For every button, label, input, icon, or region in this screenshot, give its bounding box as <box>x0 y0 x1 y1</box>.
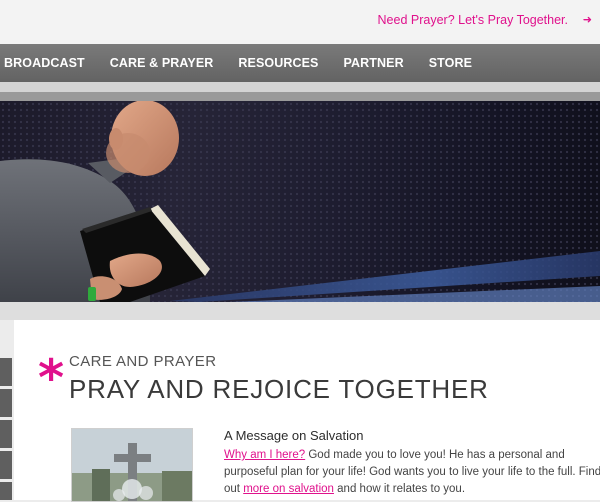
message-text-2: purposeful plan for your life! God wants… <box>224 466 600 478</box>
page-title: PRAY AND REJOICE TOGETHER <box>69 374 489 404</box>
nav-broadcast[interactable]: BROADCAST <box>4 56 85 70</box>
cross-image <box>72 429 192 501</box>
main-nav: BROADCAST CARE & PRAYER RESOURCES PARTNE… <box>0 44 600 82</box>
more-on-salvation-link[interactable]: more on salvation <box>243 483 334 495</box>
content-panel: * CARE AND PRAYER PRAY AND REJOICE TOGET… <box>14 320 600 502</box>
message-text-3a: out <box>224 483 244 495</box>
top-bar: Need Prayer? Let's Pray Together. ➜ <box>0 0 600 44</box>
side-tab-5[interactable] <box>0 482 12 500</box>
hero-bottom-spacer <box>0 302 600 320</box>
message-title: A Message on Salvation <box>224 428 364 443</box>
nav-store[interactable]: STORE <box>429 56 472 70</box>
side-tab-3[interactable] <box>0 420 12 448</box>
message-text-1: God made you to love you! He has a perso… <box>305 449 565 461</box>
side-tab-2[interactable] <box>0 389 12 417</box>
hero-top-border <box>0 92 600 101</box>
message-body: Why am I here? God made you to love you!… <box>224 447 600 498</box>
nav-care-prayer[interactable]: CARE & PRAYER <box>110 56 214 70</box>
arrow-right-icon[interactable]: ➜ <box>583 13 592 26</box>
message-text-3b: and how it relates to you. <box>333 483 466 495</box>
need-prayer-link[interactable]: Need Prayer? Let's Pray Together. <box>378 13 568 27</box>
cross-thumbnail[interactable] <box>71 428 193 502</box>
why-am-i-here-link[interactable]: Why am I here? <box>224 449 305 461</box>
hero-image <box>0 101 600 302</box>
side-tab-1[interactable] <box>0 358 12 386</box>
side-tab-4[interactable] <box>0 451 12 479</box>
nav-partner[interactable]: PARTNER <box>344 56 404 70</box>
nav-subbar <box>0 82 600 92</box>
asterisk-icon: * <box>38 349 65 407</box>
section-kicker: CARE AND PRAYER <box>69 353 217 370</box>
nav-resources[interactable]: RESOURCES <box>238 56 318 70</box>
hero-banner <box>0 101 600 302</box>
